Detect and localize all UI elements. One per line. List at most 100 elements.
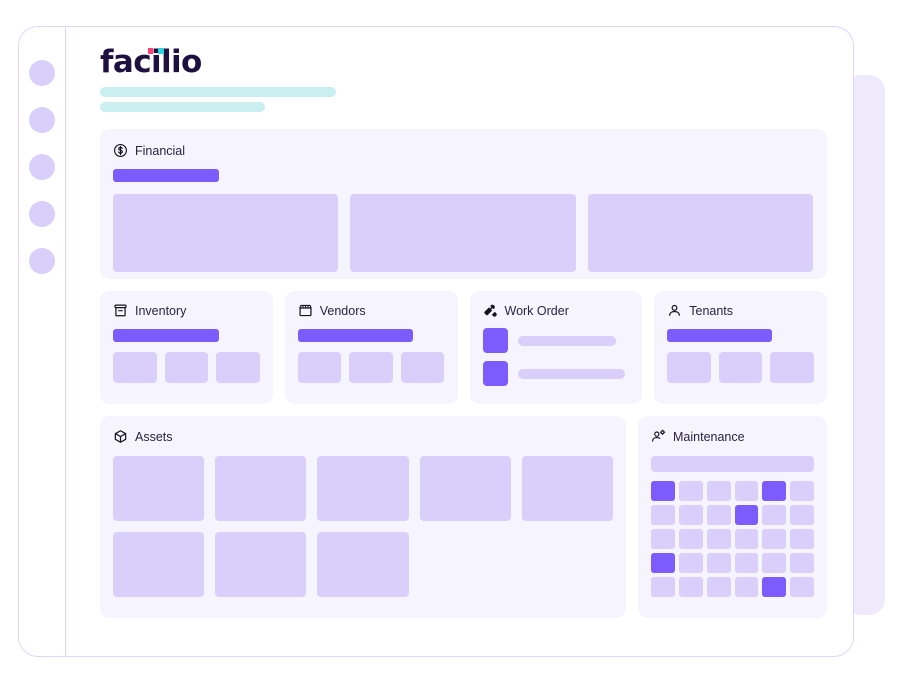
work-order-row-1[interactable] [482, 328, 630, 353]
work-order-card[interactable]: Work Order [469, 291, 643, 404]
dashboard-content: facilio Financial Inventory Vendors Work… [66, 27, 853, 656]
inventory-card[interactable]: Inventory [100, 291, 273, 404]
inventory-tile-3 [216, 352, 260, 383]
assets-tile-8 [317, 532, 409, 597]
maintenance-cell-r2-c3[interactable] [706, 505, 731, 525]
financial-tile-3 [587, 194, 813, 272]
header-skeleton-lines [100, 87, 827, 112]
vendors-tiles [297, 352, 445, 383]
maintenance-cell-r1-c1[interactable] [651, 481, 675, 501]
assets-tile-6 [113, 532, 205, 597]
maintenance-cell-r5-c6[interactable] [790, 577, 814, 597]
maintenance-card[interactable]: Maintenance [638, 416, 827, 618]
sidebar-nav-rail [19, 27, 66, 656]
vendors-accent-bar [297, 329, 413, 342]
vendors-tile-1 [297, 352, 342, 383]
inventory-tile-2 [164, 352, 209, 383]
financial-tile-1 [113, 194, 339, 272]
tenants-title: Tenants [689, 303, 734, 318]
tenants-card[interactable]: Tenants [654, 291, 827, 404]
work-order-row-2-status-square [482, 361, 508, 386]
person-gear-icon [651, 429, 666, 444]
financial-header: Financial [113, 143, 813, 158]
maintenance-cell-r4-c1[interactable] [651, 553, 675, 573]
work-order-row-2[interactable] [482, 361, 630, 386]
tenants-header: Tenants [667, 303, 814, 318]
dashboard-wireframe-illustration: facilio Financial Inventory Vendors Work… [0, 0, 898, 689]
maintenance-cell-r5-c5[interactable] [762, 577, 787, 597]
nav-dot-5[interactable] [29, 248, 55, 274]
work-order-row-1-status-square [482, 328, 508, 353]
maintenance-cell-r2-c1[interactable] [651, 505, 675, 525]
maintenance-cell-r3-c6[interactable] [790, 529, 814, 549]
maintenance-cell-r5-c1[interactable] [651, 577, 675, 597]
brand-logo: facilio [100, 47, 202, 78]
maintenance-cell-r4-c2[interactable] [678, 553, 703, 573]
cube-icon [113, 429, 128, 444]
maintenance-cell-r1-c4[interactable] [734, 481, 759, 501]
vendors-header: Vendors [298, 303, 445, 318]
hammer-wrench-icon [483, 303, 498, 318]
metrics-card-row: Inventory Vendors Work Order Tenants [100, 291, 827, 404]
assets-grid [113, 456, 613, 597]
bottom-card-row: Assets Maintenance [100, 416, 827, 618]
person-icon [667, 303, 682, 318]
assets-title: Assets [135, 429, 173, 444]
financial-accent-bar [113, 169, 219, 182]
maintenance-cell-r3-c2[interactable] [678, 529, 703, 549]
tenants-tiles [667, 352, 814, 383]
nav-dot-2[interactable] [29, 107, 55, 133]
maintenance-header-bar [651, 456, 814, 472]
work-order-row-1-label-bar [517, 335, 616, 346]
inventory-tile-1 [113, 352, 157, 383]
app-window-frame: facilio Financial Inventory Vendors Work… [18, 26, 854, 657]
assets-card[interactable]: Assets [100, 416, 626, 618]
maintenance-title: Maintenance [673, 429, 745, 444]
maintenance-cell-r2-c5[interactable] [762, 505, 787, 525]
maintenance-cell-r2-c6[interactable] [790, 505, 814, 525]
maintenance-cell-r3-c4[interactable] [734, 529, 759, 549]
vendors-tile-2 [349, 352, 393, 383]
financial-tiles [113, 194, 813, 272]
storefront-icon [298, 303, 313, 318]
maintenance-cell-r1-c2[interactable] [678, 481, 703, 501]
inventory-accent-bar [113, 329, 219, 342]
header-skeleton-line-1 [100, 87, 336, 97]
maintenance-cell-r2-c2[interactable] [678, 505, 703, 525]
maintenance-cell-r5-c4[interactable] [734, 577, 759, 597]
maintenance-cell-r1-c6[interactable] [790, 481, 814, 501]
inventory-header: Inventory [113, 303, 260, 318]
vendors-tile-3 [400, 352, 445, 383]
work-order-row-2-label-bar [517, 368, 625, 379]
archive-box-icon [113, 303, 128, 318]
financial-section[interactable]: Financial [100, 129, 827, 279]
vendors-title: Vendors [319, 303, 366, 318]
tenants-tile-3 [770, 352, 814, 383]
maintenance-cell-r5-c2[interactable] [678, 577, 703, 597]
maintenance-cell-r3-c5[interactable] [762, 529, 787, 549]
tenants-tile-1 [667, 352, 711, 383]
maintenance-cell-r5-c3[interactable] [706, 577, 731, 597]
inventory-tiles [113, 352, 260, 383]
financial-title: Financial [135, 143, 186, 158]
logo-pink-dot-icon [147, 48, 153, 54]
nav-dot-1[interactable] [29, 60, 55, 86]
vendors-card[interactable]: Vendors [284, 291, 458, 404]
nav-dot-3[interactable] [29, 154, 55, 180]
work-order-title: Work Order [504, 303, 569, 318]
maintenance-cell-r1-c3[interactable] [706, 481, 731, 501]
assets-tile-4 [419, 456, 511, 521]
maintenance-cell-r3-c1[interactable] [651, 529, 675, 549]
inventory-title: Inventory [135, 303, 187, 318]
maintenance-header: Maintenance [651, 429, 814, 444]
maintenance-cell-r1-c5[interactable] [762, 481, 787, 501]
tenants-tile-2 [718, 352, 763, 383]
assets-tile-2 [215, 456, 307, 521]
maintenance-cell-r4-c5[interactable] [762, 553, 787, 573]
nav-dot-4[interactable] [29, 201, 55, 227]
maintenance-cell-r4-c6[interactable] [790, 553, 814, 573]
maintenance-cell-r4-c4[interactable] [734, 553, 759, 573]
maintenance-cell-r2-c4[interactable] [734, 505, 759, 525]
maintenance-cell-r4-c3[interactable] [706, 553, 731, 573]
maintenance-cell-r3-c3[interactable] [706, 529, 731, 549]
